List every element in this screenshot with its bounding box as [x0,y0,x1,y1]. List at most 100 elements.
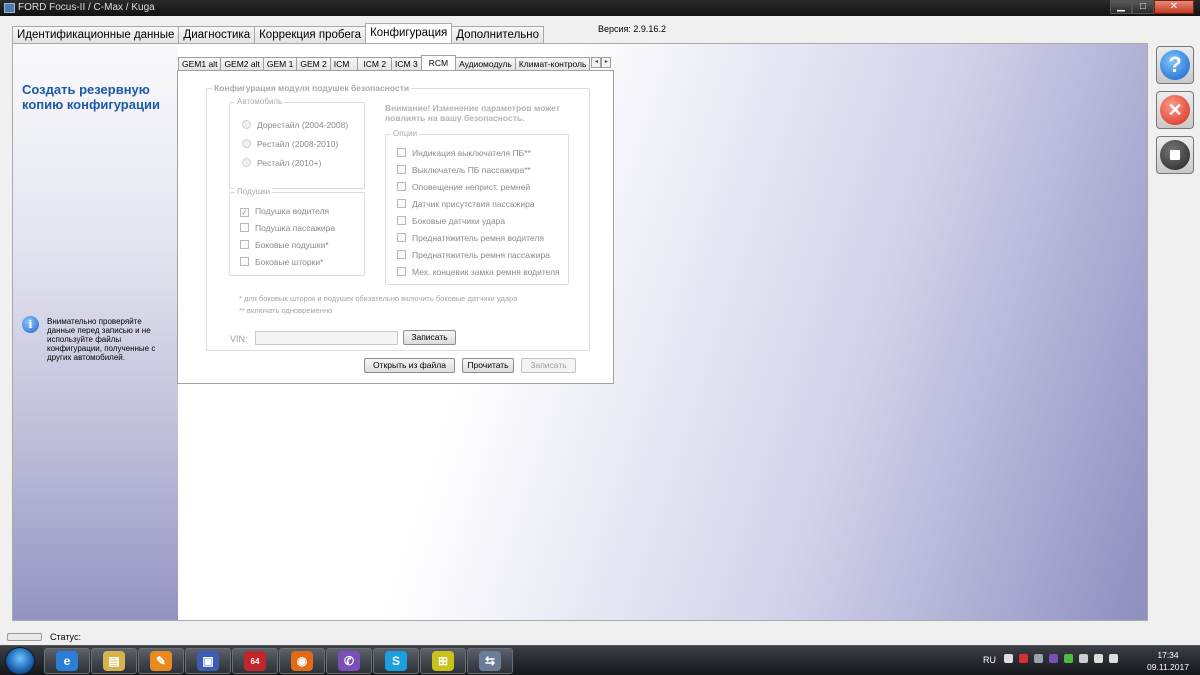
tab-icm[interactable]: ICM [329,57,359,70]
volume-tray-icon[interactable] [1109,654,1118,663]
options-group-title: Опции [391,129,420,139]
taskbar-button[interactable]: ▤ [91,648,137,674]
checkbox[interactable] [397,267,406,276]
checkbox-label: Подушка водителя [255,206,330,216]
checkbox[interactable]: ✓ [240,208,249,217]
close-app-button[interactable]: ✕ [1156,91,1194,129]
window-close-button[interactable]: ✕ [1154,0,1194,14]
safety-warning: Внимание! Изменение параметров может пов… [385,103,560,123]
app-icon [4,3,15,13]
checkbox-driver-airbag[interactable]: ✓ Подушка водителя [240,206,329,217]
checkbox[interactable] [240,223,249,232]
tab-gem1-alt[interactable]: GEM1 alt [178,57,222,70]
checkbox-driver-buckle-switch[interactable]: Мех. концевик замка ремня водителя [397,267,560,277]
network-tray-icon[interactable] [1094,654,1103,663]
language-indicator[interactable]: RU [983,655,996,665]
flag-tray-icon[interactable] [1079,654,1088,663]
taskbar-button[interactable]: ◉ [279,648,325,674]
read-button[interactable]: Прочитать [462,358,514,373]
checkbox-airbag-indicator[interactable]: Индикация выключателя ПБ** [397,148,531,158]
tab-mileage-correction[interactable]: Коррекция пробега [254,26,367,43]
tab-climate-control[interactable]: Климат-контроль [514,57,591,70]
create-backup-link[interactable]: Создать резервную копию конфигурации [22,82,162,112]
radio-button[interactable] [242,139,251,148]
checkbox[interactable] [397,165,406,174]
tab-configuration[interactable]: Конфигурация [365,23,453,43]
taskbar-button[interactable]: 64 [232,648,278,674]
tab-gem-1[interactable]: GEM 1 [262,57,298,70]
open-from-file-button[interactable]: Открыть из файла [364,358,455,373]
help-button[interactable]: ? [1156,46,1194,84]
checkbox-passenger-airbag-switch[interactable]: Выключатель ПБ пассажира** [397,165,531,175]
tab-icm-2[interactable]: ICM 2 [357,57,393,70]
vin-write-button[interactable]: Записать [403,330,456,345]
radio-label: Дорестайл (2004-2008) [257,120,349,130]
taskbar-button[interactable]: ⊞ [420,648,466,674]
status-indicator [7,633,42,641]
checkbox[interactable] [397,250,406,259]
green-tray-icon[interactable] [1064,654,1073,663]
taskbar-button[interactable]: ✆ [326,648,372,674]
version-label: Версия: 2.9.16.2 [598,24,666,34]
radio-restyle-2010[interactable]: Рестайл (2010+) [242,158,321,168]
viber-tray-icon[interactable] [1049,654,1058,663]
show-hidden-icon[interactable] [1004,654,1013,663]
radio-button[interactable] [242,158,251,167]
tab-scroll-right-icon[interactable]: ▸ [601,57,612,68]
tab-additional[interactable]: Дополнительно [451,26,545,43]
radio-restyle-2008[interactable]: Рестайл (2008-2010) [242,139,338,149]
tab-gem-2[interactable]: GEM 2 [296,57,331,70]
checkbox[interactable] [397,233,406,242]
stop-icon [1160,140,1190,170]
checkbox-side-airbags[interactable]: Боковые подушки* [240,240,329,250]
red-app-tray-icon[interactable] [1019,654,1028,663]
tray-48-icon[interactable] [1034,654,1043,663]
write-button[interactable]: Записать [521,358,576,373]
rcm-panel: Конфигурация модуля подушек безопасности… [177,70,614,384]
minimize-button[interactable]: ▁ [1110,0,1132,14]
maximize-button[interactable]: □ [1132,0,1154,14]
help-icon: ? [1160,50,1190,80]
checkbox-side-curtains[interactable]: Боковые шторки* [240,257,323,267]
checkbox[interactable] [240,257,249,266]
tab-rcm[interactable]: RCM [420,55,457,70]
taskbar-button[interactable]: S [373,648,419,674]
taskbar-button[interactable]: e [44,648,90,674]
tab-icm-3[interactable]: ICM 3 [391,57,422,70]
checkbox-passenger-presence-sensor[interactable]: Датчик присутствия пассажира [397,199,535,209]
checkbox-label: Индикация выключателя ПБ** [412,148,531,158]
footnote-side-sensors: * для боковых шторок и подушек обязатель… [239,294,518,303]
checkbox-label: Подушка пассажира [255,223,336,233]
checkbox-passenger-pretensioner[interactable]: Преднатяжитель ремня пассажира [397,250,550,260]
tab-identification[interactable]: Идентификационные данные [12,26,180,43]
taskbar-button[interactable]: ✎ [138,648,184,674]
checkbox[interactable] [397,199,406,208]
taskbar-button[interactable]: ⇆ [467,648,513,674]
chip-app-icon: ⊞ [432,651,454,671]
airbags-group-title: Подушки [235,187,273,197]
config-tabs: GEM1 alt GEM2 alt GEM 1 GEM 2 ICM ICM 2 … [178,55,612,71]
tab-scroll-left-icon[interactable]: ◂ [591,57,602,68]
checkbox-label: Преднатяжитель ремня пассажира [412,250,550,260]
clock[interactable]: 17:34 09.11.2017 [1140,649,1196,673]
checkbox-seatbelt-reminder[interactable]: Оповещение неприст. ремней [397,182,530,192]
tab-audio-module[interactable]: Аудиомодуль [455,57,516,70]
stop-button[interactable] [1156,136,1194,174]
checkbox-side-impact-sensors[interactable]: Боковые датчики удара [397,216,505,226]
checkbox[interactable] [397,182,406,191]
radio-label: Рестайл (2008-2010) [257,139,339,149]
radio-prerestyle[interactable]: Дорестайл (2004-2008) [242,120,348,130]
status-bar: Статус: [0,630,1200,645]
vin-input[interactable] [255,331,398,345]
taskbar-button[interactable]: ▣ [185,648,231,674]
tab-diagnostics[interactable]: Диагностика [178,26,256,43]
radio-button[interactable] [242,120,251,129]
checkbox[interactable] [397,148,406,157]
checkbox[interactable] [397,216,406,225]
start-button[interactable] [5,647,35,675]
checkbox[interactable] [240,240,249,249]
checkbox-passenger-airbag[interactable]: Подушка пассажира [240,223,335,233]
tab-gem2-alt[interactable]: GEM2 alt [220,57,264,70]
airbags-group: Подушки ✓ Подушка водителя Подушка пассаж… [229,187,365,276]
checkbox-driver-pretensioner[interactable]: Преднатяжитель ремня водителя [397,233,544,243]
